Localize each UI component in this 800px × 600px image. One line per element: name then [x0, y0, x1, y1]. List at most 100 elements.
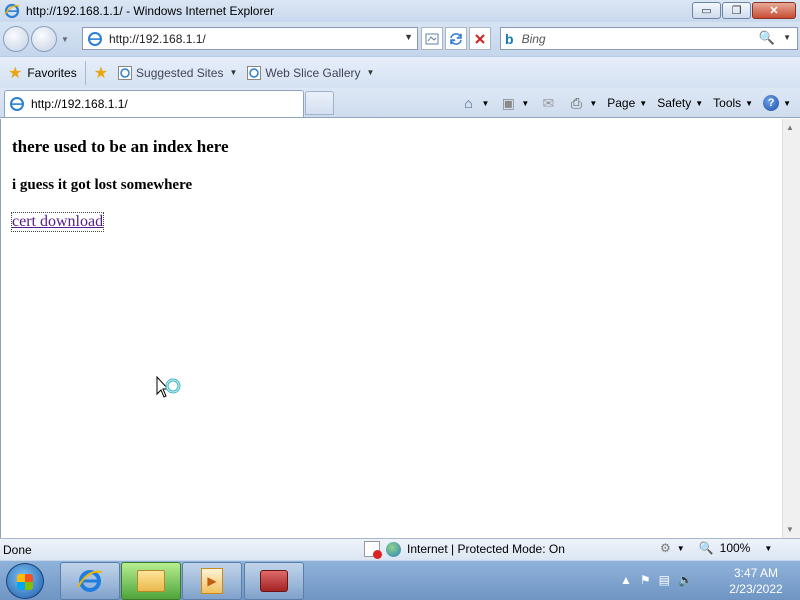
print-button[interactable]: ⎙ ▼ [564, 95, 600, 111]
scroll-up-icon[interactable]: ▲ [786, 123, 794, 132]
help-menu[interactable]: ? ▼ [760, 95, 794, 111]
recent-pages-dropdown[interactable]: ▼ [61, 35, 69, 44]
chevron-down-icon: ▼ [229, 68, 238, 77]
tab-current[interactable]: http://192.168.1.1/ [4, 90, 304, 117]
globe-icon [386, 541, 401, 557]
bing-icon: b [505, 30, 514, 47]
clock-date: 2/23/2022 [729, 582, 783, 596]
tools-menu[interactable]: Tools ▼ [710, 96, 756, 110]
suggested-sites-label: Suggested Sites [136, 65, 224, 80]
minimize-button[interactable]: ▭ [692, 2, 721, 19]
status-text: Done [3, 542, 32, 557]
search-box[interactable]: b Bing 🔍 ▼ [500, 27, 798, 50]
show-hidden-icons-icon[interactable]: ▲ [620, 573, 632, 587]
zoom-level: 100% [719, 541, 751, 555]
address-buttons [421, 27, 491, 50]
compatibility-view-icon [425, 33, 439, 44]
taskbar: ▶ ▲ ⚑ ▤ 🔈 3:47 AM 2/23/2022 [0, 560, 800, 600]
star-icon: ★ [8, 64, 23, 82]
tab-row: http://192.168.1.1/ ⌂ ▼ ▣ ▼ ✉ ⎙ ▼ Page ▼… [0, 88, 800, 118]
system-tray: ▲ ⚑ ▤ 🔈 [620, 573, 693, 587]
taskbar-internet-explorer[interactable] [60, 562, 120, 600]
chevron-down-icon: ▼ [764, 543, 773, 553]
back-button[interactable] [3, 26, 29, 52]
home-button[interactable]: ⌂ ▼ [456, 95, 492, 111]
action-center-icon[interactable]: ⚑ [640, 573, 651, 587]
status-bar: Done Internet | Protected Mode: On ⚙ ▼ 🔍… [0, 538, 800, 560]
printer-icon: ⎙ [570, 94, 582, 111]
stop-icon [475, 33, 485, 44]
tools-menu-label: Tools [713, 96, 742, 110]
chevron-down-icon: ▼ [676, 543, 685, 553]
page-menu-label: Page [607, 96, 636, 110]
safety-menu[interactable]: Safety ▼ [654, 96, 706, 110]
address-url[interactable]: http://192.168.1.1/ [109, 32, 206, 46]
new-tab-button[interactable] [305, 91, 334, 115]
clock-time: 3:47 AM [733, 566, 779, 580]
rss-feed-icon: ▣ [501, 94, 515, 111]
address-dropdown-icon[interactable]: ▼ [404, 32, 413, 42]
feeds-button[interactable]: ▣ ▼ [496, 95, 532, 111]
security-zone[interactable]: Internet | Protected Mode: On [364, 541, 565, 559]
page-menu[interactable]: Page ▼ [604, 96, 650, 110]
maximize-button[interactable]: ❐ [722, 2, 751, 19]
chevron-down-icon: ▼ [639, 98, 648, 108]
toolbox-icon [260, 570, 288, 592]
web-slice-gallery-label: Web Slice Gallery [265, 65, 361, 80]
page-icon [88, 31, 102, 46]
network-icon[interactable]: ▤ [659, 573, 670, 587]
page-heading: there used to be an index here [12, 137, 229, 156]
chevron-down-icon: ▼ [521, 98, 530, 108]
scroll-down-icon[interactable]: ▼ [786, 525, 794, 534]
taskbar-windows-explorer[interactable] [121, 562, 181, 600]
forward-button[interactable] [31, 26, 57, 52]
tab-favicon-icon [10, 97, 24, 111]
refresh-button[interactable] [445, 27, 467, 50]
command-bar: ⌂ ▼ ▣ ▼ ✉ ⎙ ▼ Page ▼ Safety ▼ Tools ▼ ? … [456, 92, 794, 114]
suggested-sites-item[interactable]: Suggested Sites ▼ [118, 65, 238, 80]
volume-icon[interactable]: 🔈 [678, 573, 693, 587]
start-button[interactable] [6, 563, 44, 599]
internet-explorer-icon [4, 3, 20, 19]
zoom-magnifier-icon: 🔍 [698, 541, 714, 555]
chevron-down-icon: ▼ [589, 98, 598, 108]
cert-download-link[interactable]: cert download [10, 212, 105, 232]
chevron-down-icon: ▼ [695, 98, 704, 108]
clock[interactable]: 3:47 AM 2/23/2022 [716, 565, 796, 597]
page-subheading: i guess it got lost somewhere [12, 177, 193, 193]
close-button[interactable]: ✕ [752, 2, 796, 19]
taskbar-toolbox-app[interactable] [244, 562, 304, 600]
page-content: there used to be an index here i guess i… [0, 119, 782, 538]
mail-icon: ✉ [542, 94, 555, 111]
search-placeholder[interactable]: Bing [522, 32, 546, 46]
taskbar-media-player[interactable]: ▶ [182, 562, 242, 600]
vertical-scrollbar[interactable]: ▲ ▼ [782, 119, 800, 538]
window-controls: ▭ ❐ ✕ [692, 2, 796, 19]
home-icon: ⌂ [464, 95, 473, 111]
address-row: ▼ http://192.168.1.1/ ▼ b Bing 🔍 ▼ [0, 22, 800, 56]
web-slice-gallery-item[interactable]: Web Slice Gallery ▼ [247, 65, 375, 80]
blocked-content-icon[interactable] [364, 541, 382, 559]
web-slice-gallery-icon [247, 65, 262, 80]
address-bar[interactable]: http://192.168.1.1/ ▼ [82, 27, 418, 50]
zoom-control[interactable]: ⚙ ▼ 🔍 100% ▼ [660, 541, 772, 555]
search-icon[interactable]: 🔍 [759, 30, 775, 46]
folder-icon [137, 570, 165, 592]
chevron-down-icon: ▼ [745, 98, 754, 108]
favorites-bar: ★ Favorites ★ Suggested Sites ▼ Web Slic… [0, 56, 800, 88]
favorites-label: Favorites [27, 65, 77, 80]
stop-button[interactable] [469, 27, 491, 50]
zone-text: Internet | Protected Mode: On [407, 542, 565, 556]
chevron-down-icon: ▼ [366, 68, 375, 77]
favorites-button[interactable]: ★ Favorites [8, 60, 86, 85]
busy-cursor-icon [156, 376, 181, 398]
add-to-favorites-icon[interactable]: ★ [94, 63, 108, 83]
chevron-down-icon: ▼ [481, 98, 490, 108]
compatibility-view-button[interactable] [421, 27, 443, 50]
read-mail-button[interactable]: ✉ [536, 95, 560, 111]
window-title: http://192.168.1.1/ - Windows Internet E… [26, 4, 275, 18]
refresh-icon [450, 32, 462, 45]
media-player-icon: ▶ [201, 568, 223, 594]
smart-screen-icon[interactable]: ⚙ [660, 541, 671, 555]
search-options-dropdown-icon[interactable]: ▼ [783, 33, 791, 42]
